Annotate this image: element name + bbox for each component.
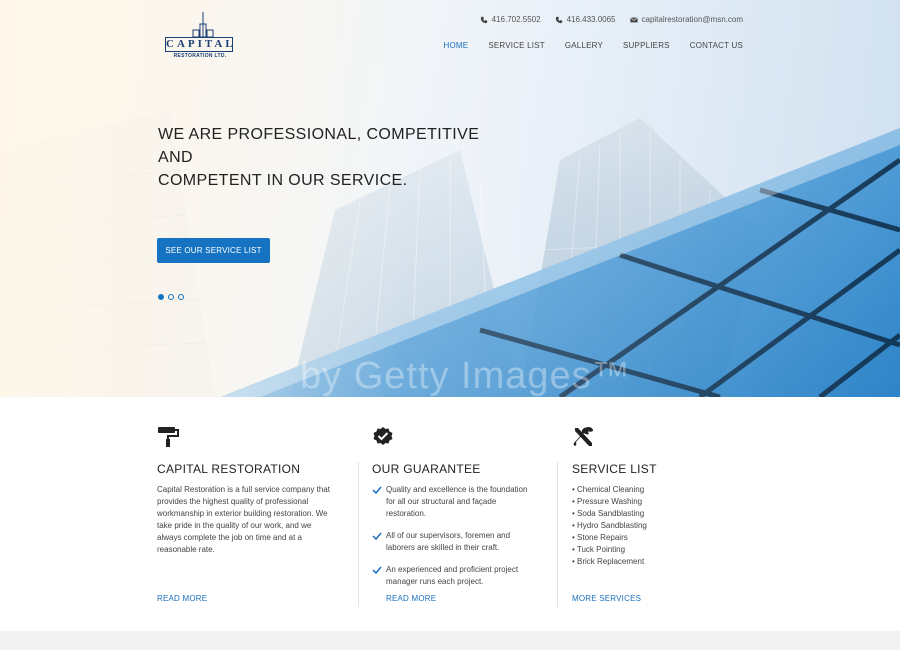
list-item-text: All of our supervisors, foremen and labo… (386, 531, 511, 552)
read-more-link[interactable]: READ MORE (157, 594, 207, 603)
stock-watermark: by Getty Images™ (300, 355, 631, 397)
column-divider (358, 462, 359, 607)
list-item: Quality and excellence is the foundation… (372, 484, 532, 520)
list-item-text: An experienced and proficient project ma… (386, 565, 519, 586)
hero-headline-line-1: WE ARE PROFESSIONAL, COMPETITIVE AND (158, 126, 480, 166)
hero-section: CAPITAL RESTORATION LTD. 416.702.5502 41… (0, 0, 900, 397)
nav-item-suppliers[interactable]: SUPPLIERS (623, 41, 670, 50)
phone-icon (480, 16, 487, 23)
feature-title: SERVICE LIST (572, 462, 657, 476)
slider-dots (158, 294, 184, 300)
feature-title: CAPITAL RESTORATION (157, 462, 301, 476)
logo[interactable]: CAPITAL RESTORATION LTD. (163, 10, 235, 62)
service-item[interactable]: Tuck Pointing (572, 544, 722, 556)
logo-subtitle: RESTORATION LTD. (173, 53, 227, 59)
feature-service-list: SERVICE LIST Chemical Cleaning Pressure … (572, 426, 722, 603)
guarantee-list: Quality and excellence is the foundation… (372, 484, 532, 588)
contact-phone-1[interactable]: 416.702.5502 (480, 15, 541, 24)
list-item: An experienced and proficient project ma… (372, 564, 532, 588)
service-item[interactable]: Pressure Washing (572, 496, 722, 508)
service-list: Chemical Cleaning Pressure Washing Soda … (572, 484, 722, 568)
more-services-link[interactable]: MORE SERVICES (572, 594, 641, 603)
hero-headline: WE ARE PROFESSIONAL, COMPETITIVE AND COM… (158, 123, 518, 192)
envelope-icon (629, 16, 638, 22)
phone-2-text: 416.433.0065 (566, 15, 616, 24)
see-service-list-button[interactable]: SEE OUR SERVICE LIST (157, 238, 270, 263)
phone-icon (555, 16, 562, 23)
contact-bar: 416.702.5502 416.433.0065 capitalrestora… (480, 15, 743, 24)
feature-capital-restoration: CAPITAL RESTORATION Capital Restoration … (157, 426, 332, 603)
slider-dot-3[interactable] (178, 294, 184, 300)
read-more-link[interactable]: READ MORE (386, 594, 436, 603)
column-divider (557, 462, 558, 607)
service-item[interactable]: Hydro Sandblasting (572, 520, 722, 532)
check-icon (372, 566, 382, 574)
badge-check-icon (373, 427, 393, 445)
hero-headline-line-2: COMPETENT IN OUR SERVICE. (158, 172, 408, 189)
email-text: capitalrestoration@msn.com (641, 15, 744, 24)
site-header: CAPITAL RESTORATION LTD. 416.702.5502 41… (0, 0, 900, 70)
main-nav: HOME SERVICE LIST GALLERY SUPPLIERS CONT… (444, 41, 743, 50)
check-icon (372, 486, 382, 494)
list-item-text: Quality and excellence is the foundation… (386, 485, 528, 518)
logo-wordmark: CAPITAL (165, 37, 236, 52)
nav-item-service-list[interactable]: SERVICE LIST (488, 41, 545, 50)
feature-title: OUR GUARANTEE (372, 462, 481, 476)
service-item[interactable]: Chemical Cleaning (572, 484, 722, 496)
slider-dot-1[interactable] (158, 294, 164, 300)
footer-strip (0, 631, 900, 650)
service-item[interactable]: Stone Repairs (572, 532, 722, 544)
contact-email[interactable]: capitalrestoration@msn.com (629, 15, 744, 24)
feature-our-guarantee: OUR GUARANTEE Quality and excellence is … (372, 426, 532, 603)
contact-phone-2[interactable]: 416.433.0065 (555, 15, 616, 24)
check-icon (372, 532, 382, 540)
service-item[interactable]: Brick Replacement (572, 556, 722, 568)
tools-icon (573, 427, 593, 446)
phone-1-text: 416.702.5502 (491, 15, 541, 24)
paint-roller-icon (158, 427, 179, 447)
slider-dot-2[interactable] (168, 294, 174, 300)
list-item: All of our supervisors, foremen and labo… (372, 530, 532, 554)
feature-body: Capital Restoration is a full service co… (157, 485, 330, 554)
nav-item-home[interactable]: HOME (444, 41, 469, 50)
nav-item-gallery[interactable]: GALLERY (565, 41, 603, 50)
service-item[interactable]: Soda Sandblasting (572, 508, 722, 520)
nav-item-contact-us[interactable]: CONTACT US (690, 41, 743, 50)
